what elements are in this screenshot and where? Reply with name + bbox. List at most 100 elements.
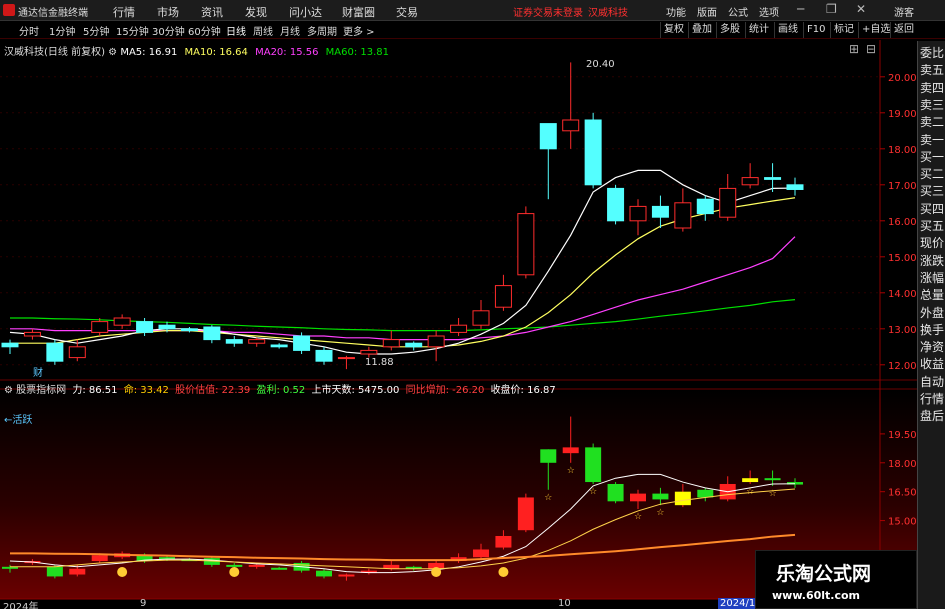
ind-bar: [271, 567, 288, 570]
star-marker: ☆: [656, 508, 664, 518]
menu-gongneng[interactable]: 功能: [666, 4, 686, 19]
app-title: 通达信金融终端: [18, 8, 88, 19]
ma10-label: MA10: 16.64: [184, 47, 248, 58]
tab-weekly[interactable]: 周线: [253, 23, 273, 38]
side-item-3[interactable]: 卖三: [920, 96, 944, 113]
huaxian-button[interactable]: 画线: [774, 22, 801, 38]
f10-button[interactable]: F10: [803, 22, 828, 38]
menu-gongshi[interactable]: 公式: [728, 4, 748, 19]
candle-body: [68, 346, 86, 359]
settings-icon[interactable]: ⚙: [108, 47, 117, 58]
side-item-14[interactable]: 总量: [920, 286, 944, 303]
guest-label[interactable]: 游客: [894, 4, 914, 19]
watermark-url: www.60lt.com: [772, 589, 861, 602]
tab-30min[interactable]: 30分钟: [152, 23, 185, 38]
valuation-label: 股价估值: 22.39: [175, 385, 251, 396]
candle-body: [1, 342, 19, 348]
side-item-15[interactable]: 外盘: [920, 304, 944, 321]
kline-chart[interactable]: ☆ ☆ ☆ ☆ ☆ ☆ ☆ 20.00 19.00 18.00 17.00 16.00 15.00 14…: [0, 40, 917, 609]
close-icon[interactable]: ✕: [856, 2, 866, 16]
collapse-icon[interactable]: ⊟: [866, 42, 876, 56]
date-label-10: 10: [558, 598, 571, 609]
ind-bar: [562, 447, 579, 454]
side-item-11[interactable]: 现价: [920, 234, 944, 251]
tab-multi[interactable]: 多周期: [307, 23, 337, 38]
star-marker: ☆: [634, 512, 642, 522]
side-item-9[interactable]: 买四: [920, 200, 944, 217]
duogu-button[interactable]: 多股: [716, 22, 743, 38]
minimize-icon[interactable]: ─: [797, 2, 804, 16]
tab-fenshi[interactable]: 分时: [19, 23, 39, 38]
side-item-20[interactable]: 行情: [920, 390, 944, 407]
side-item-19[interactable]: 自动: [920, 373, 944, 390]
period-tab-bar: 分时 1分钟 5分钟 15分钟 30分钟 60分钟 日线 周线 月线 多周期 更…: [0, 21, 945, 39]
candle-body: [113, 317, 131, 326]
side-item-10[interactable]: 买五: [920, 217, 944, 234]
menu-jiaoyi[interactable]: 交易: [396, 4, 418, 20]
side-item-17[interactable]: 净资: [920, 338, 944, 355]
side-item-0[interactable]: 委比: [920, 44, 944, 61]
tongji-button[interactable]: 统计: [745, 22, 772, 38]
restore-icon[interactable]: ❐: [826, 2, 837, 16]
menu-caifuquan[interactable]: 财富圈: [342, 4, 375, 20]
ming-label: 命: 33.42: [123, 385, 169, 396]
candle-body: [91, 321, 109, 333]
candle-body: [136, 321, 154, 333]
sub-axis-label-1: 18.00: [888, 459, 917, 470]
expand-icon[interactable]: ⊞: [849, 42, 859, 56]
menu-zixun[interactable]: 资讯: [201, 4, 223, 20]
axis-label-5: 15.00: [888, 253, 917, 264]
diejia-button[interactable]: 叠加: [688, 22, 715, 38]
side-item-18[interactable]: 收益: [920, 355, 944, 372]
side-item-12[interactable]: 涨跌: [920, 252, 944, 269]
menu-hangqing[interactable]: 行情: [113, 4, 135, 20]
side-item-21[interactable]: 盘后: [920, 407, 944, 424]
biaoji-button[interactable]: 标记: [830, 22, 857, 38]
ind-bar: [473, 549, 489, 558]
stock-name-label: 汉威科技(日线 前复权): [4, 47, 105, 58]
fuquan-button[interactable]: 复权: [660, 22, 687, 38]
tab-5min[interactable]: 5分钟: [83, 23, 109, 38]
title-bar: 通达信金融终端 行情 市场 资讯 发现 问小达 财富圈 交易 证券交易未登录 汉…: [0, 0, 945, 21]
tab-more[interactable]: 更多 >: [343, 23, 375, 38]
ind-bar: [316, 570, 332, 577]
candle-body: [584, 119, 602, 186]
back-button[interactable]: 返回: [890, 22, 917, 38]
side-item-2[interactable]: 卖四: [920, 79, 944, 96]
side-item-4[interactable]: 卖二: [920, 113, 944, 130]
side-item-7[interactable]: 买二: [920, 165, 944, 182]
candle-body: [786, 184, 804, 190]
star-marker: ☆: [746, 487, 754, 497]
menu-wenxiaoda[interactable]: 问小达: [289, 4, 322, 20]
tab-15min[interactable]: 15分钟: [116, 23, 149, 38]
side-item-16[interactable]: 换手: [920, 321, 944, 338]
side-item-13[interactable]: 涨幅: [920, 269, 944, 286]
ind-bar: [248, 564, 265, 567]
tab-1min[interactable]: 1分钟: [49, 23, 75, 38]
menu-banmian[interactable]: 版面: [697, 4, 717, 19]
ind-bar: [69, 568, 86, 575]
axis-label-6: 14.00: [888, 289, 917, 300]
axis-label-8: 12.00: [888, 361, 917, 372]
menu-shichang[interactable]: 市场: [157, 4, 179, 20]
indicator-legend: ⚙ 股票指标网 力: 86.51 命: 33.42 股价估值: 22.39 盈利…: [4, 381, 556, 396]
tab-60min[interactable]: 60分钟: [188, 23, 221, 38]
tab-monthly[interactable]: 月线: [280, 23, 300, 38]
indicator-settings-icon[interactable]: ⚙: [4, 385, 13, 396]
side-item-5[interactable]: 卖一: [920, 131, 944, 148]
candle-body: [315, 349, 333, 362]
login-notice[interactable]: 证券交易未登录: [513, 4, 583, 19]
finance-marker[interactable]: 财: [33, 364, 43, 379]
side-item-6[interactable]: 买一: [920, 148, 944, 165]
watermark-title: 乐淘公式网: [776, 563, 872, 585]
side-item-1[interactable]: 卖五: [920, 61, 944, 78]
menu-faxian[interactable]: 发现: [245, 4, 267, 20]
side-item-8[interactable]: 买三: [920, 182, 944, 199]
menu-xuanxiang[interactable]: 选项: [759, 4, 779, 19]
axis-label-4: 16.00: [888, 217, 917, 228]
candle-body: [46, 342, 64, 362]
candle-body: [248, 339, 266, 344]
tab-daily[interactable]: 日线: [226, 23, 246, 38]
indicator-name: 股票指标网: [16, 385, 67, 396]
add-watchlist-button[interactable]: +自选: [858, 22, 893, 38]
